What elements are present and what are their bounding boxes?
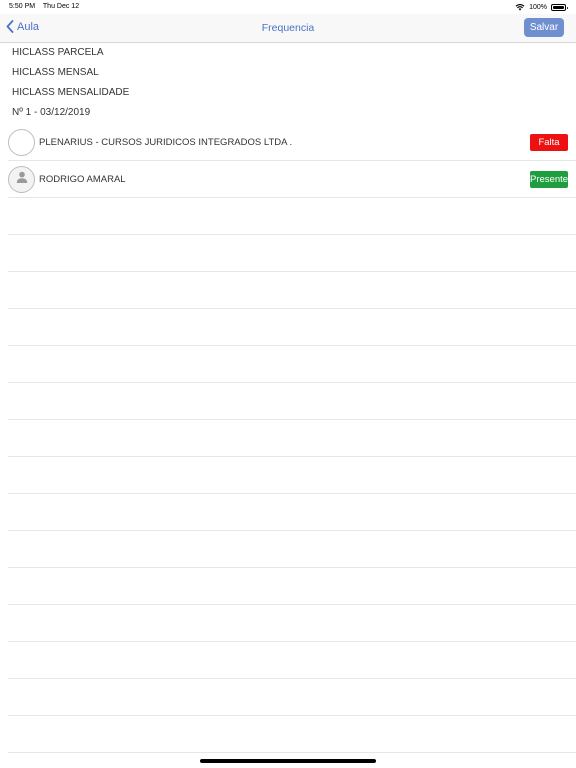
save-button[interactable]: Salvar: [524, 18, 564, 37]
battery-icon: [551, 3, 568, 11]
presente-button[interactable]: Presente: [530, 171, 568, 188]
empty-row: [8, 568, 576, 605]
person-icon: [15, 170, 29, 189]
status-bar: 5:50 PM Thu Dec 12 100%: [0, 0, 576, 14]
status-bar-right: 100%: [515, 3, 568, 11]
info-line-mensalidade: HICLASS MENSALIDADE: [12, 87, 130, 98]
student-name: RODRIGO AMARAL: [39, 174, 126, 185]
empty-row: [8, 198, 576, 235]
student-name: PLENARIUS - CURSOS JURIDICOS INTEGRADOS …: [39, 137, 293, 148]
avatar: [8, 166, 35, 193]
empty-row: [8, 420, 576, 457]
class-info: HICLASS PARCELA HICLASS MENSAL HICLASS M…: [12, 43, 564, 123]
home-indicator: [200, 759, 376, 763]
empty-row: [8, 309, 576, 346]
empty-row: [8, 605, 576, 642]
attendance-row[interactable]: PLENARIUS - CURSOS JURIDICOS INTEGRADOS …: [8, 124, 576, 161]
info-line-number-date: Nº 1 - 03/12/2019: [12, 107, 91, 118]
empty-row: [8, 531, 576, 568]
status-bar-left: 5:50 PM Thu Dec 12: [9, 3, 85, 10]
status-date: Thu Dec 12: [42, 3, 80, 10]
empty-rows: [8, 198, 576, 753]
empty-row: [8, 457, 576, 494]
navigation-bar: Aula Frequencia Salvar: [0, 14, 576, 43]
empty-row: [8, 679, 576, 716]
falta-button[interactable]: Falta: [530, 134, 568, 151]
empty-row: [8, 272, 576, 309]
attendance-list: PLENARIUS - CURSOS JURIDICOS INTEGRADOS …: [8, 124, 576, 753]
empty-row: [8, 383, 576, 420]
empty-row: [8, 346, 576, 383]
page-title: Frequencia: [261, 22, 315, 34]
wifi-icon: [515, 3, 525, 11]
battery-fill: [553, 5, 564, 9]
empty-row: [8, 494, 576, 531]
empty-row: [8, 716, 576, 753]
info-line-parcela: HICLASS PARCELA: [12, 47, 104, 58]
empty-row: [8, 235, 576, 272]
avatar-empty: [8, 129, 35, 156]
info-line-mensal: HICLASS MENSAL: [12, 67, 99, 78]
battery-percent: 100%: [529, 3, 547, 11]
attendance-row[interactable]: RODRIGO AMARAL Presente: [8, 161, 576, 198]
empty-row: [8, 642, 576, 679]
status-time: 5:50 PM: [9, 3, 36, 10]
